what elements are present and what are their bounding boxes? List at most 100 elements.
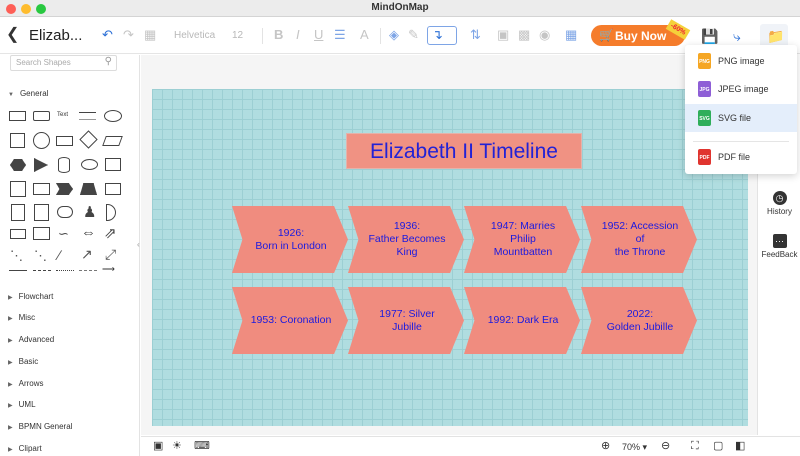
underline-icon[interactable]: U bbox=[314, 28, 323, 42]
note-shape[interactable] bbox=[11, 204, 25, 221]
cube-shape[interactable] bbox=[33, 183, 50, 195]
line-color-icon[interactable]: ✎ bbox=[408, 28, 419, 42]
align-icon[interactable]: ☰ bbox=[334, 28, 346, 42]
category-general[interactable]: ▼ General bbox=[8, 89, 48, 98]
dotted-line-shape[interactable]: ⋱ bbox=[34, 248, 47, 264]
timeline-event-1926[interactable]: 1926: Born in London bbox=[232, 206, 348, 273]
bidirectional-arrow-shape[interactable]: ⇔ bbox=[81, 224, 96, 241]
category-uml[interactable]: ▶ UML bbox=[8, 400, 36, 409]
feedback-button[interactable]: ⋯ FeedBack bbox=[758, 234, 800, 259]
document-title[interactable]: Elizab... bbox=[29, 27, 82, 44]
arrow-shape[interactable]: ⇗ bbox=[104, 224, 117, 242]
triangle-shape[interactable] bbox=[34, 158, 48, 172]
delay-shape[interactable] bbox=[106, 204, 116, 221]
arrow-line-shape[interactable]: ↗ bbox=[81, 246, 93, 263]
trapezoid-shape[interactable] bbox=[80, 183, 97, 195]
process-shape[interactable] bbox=[56, 136, 73, 146]
heading-shape[interactable] bbox=[79, 112, 96, 120]
font-family-select[interactable]: Helvetica bbox=[174, 30, 215, 41]
rectangle-shape[interactable] bbox=[9, 111, 26, 121]
zoom-out-icon[interactable]: ⊖ bbox=[661, 440, 670, 452]
arrange-icon[interactable]: ⇅ bbox=[470, 28, 481, 42]
toolbar-divider bbox=[380, 28, 381, 44]
category-bpmn-general[interactable]: ▶ BPMN General bbox=[8, 422, 72, 431]
parallelogram-shape[interactable] bbox=[102, 136, 123, 146]
timeline-event-1953[interactable]: 1953: Coronation bbox=[232, 287, 348, 354]
square-shape[interactable] bbox=[10, 133, 25, 148]
back-button[interactable]: ❮ bbox=[6, 27, 19, 43]
chevron-right-icon: ▶ bbox=[8, 382, 13, 388]
cart-icon: 🛒 bbox=[599, 28, 614, 42]
curve-shape[interactable]: ∽ bbox=[58, 226, 69, 242]
fullscreen-icon[interactable]: ▢ bbox=[713, 440, 723, 452]
zoom-in-icon[interactable]: ⊕ bbox=[601, 440, 610, 452]
table-icon[interactable]: ▦ bbox=[565, 28, 577, 42]
diagram-canvas[interactable]: Elizabeth II Timeline 1926: Born in Lond… bbox=[152, 89, 748, 426]
double-arrow-line-shape[interactable]: ⤢ bbox=[105, 246, 116, 263]
cloud-shape[interactable] bbox=[81, 159, 98, 170]
horizontal-dotted-line-shape[interactable] bbox=[56, 270, 74, 271]
ellipse-shape[interactable] bbox=[104, 110, 122, 122]
theme-icon[interactable]: ☀ bbox=[172, 440, 182, 452]
container-shape[interactable] bbox=[33, 227, 50, 240]
group-icon[interactable]: ▣ bbox=[497, 28, 509, 42]
timeline-event-1992[interactable]: 1992: Dark Era bbox=[464, 287, 580, 354]
rounded-rectangle-shape[interactable] bbox=[33, 111, 50, 121]
save-icon[interactable]: 💾 bbox=[701, 28, 718, 45]
horizontal-dashed-line-shape[interactable] bbox=[33, 270, 51, 271]
category-clipart[interactable]: ▶ Clipart bbox=[8, 444, 42, 453]
internal-storage-shape[interactable] bbox=[10, 181, 26, 197]
font-size-select[interactable]: 12 bbox=[232, 30, 243, 41]
actor-shape[interactable]: ♟ bbox=[83, 203, 96, 221]
horizontal-line-shape[interactable] bbox=[9, 270, 27, 271]
category-advanced[interactable]: ▶ Advanced bbox=[8, 335, 54, 344]
text-color-icon[interactable]: A bbox=[360, 28, 369, 42]
document-shape[interactable] bbox=[105, 158, 121, 171]
hexagon-shape[interactable] bbox=[10, 159, 26, 171]
category-basic[interactable]: ▶ Basic bbox=[8, 357, 38, 366]
category-misc[interactable]: ▶ Misc bbox=[8, 313, 35, 322]
zoom-level[interactable]: 70% ▾ bbox=[622, 442, 647, 453]
shape-search-input[interactable]: Search Shapes ⚲ bbox=[10, 55, 117, 71]
step-shape[interactable] bbox=[56, 183, 73, 195]
format-painter-icon[interactable]: ▦ bbox=[144, 28, 156, 42]
history-button[interactable]: ◷ History bbox=[758, 191, 800, 216]
dashed-line-shape[interactable]: ⋱ bbox=[10, 248, 23, 264]
toggle-panel-icon[interactable]: ◧ bbox=[735, 440, 745, 452]
export-svg-option[interactable]: SVG SVG file bbox=[685, 104, 797, 132]
timeline-event-1977[interactable]: 1977: Silver Jubille bbox=[348, 287, 464, 354]
fill-color-icon[interactable]: ◈ bbox=[389, 28, 399, 42]
fit-to-screen-icon[interactable]: ⛶ bbox=[691, 440, 699, 452]
undo-icon[interactable]: ↶ bbox=[102, 28, 113, 42]
export-jpeg-option[interactable]: JPG JPEG image bbox=[685, 75, 797, 103]
card-shape[interactable] bbox=[34, 204, 49, 221]
timeline-event-1952[interactable]: 1952: Accession of the Throne bbox=[581, 206, 697, 273]
keyboard-shortcuts-icon[interactable]: ⌨ bbox=[194, 440, 210, 452]
circle-shape[interactable] bbox=[33, 132, 50, 149]
timeline-event-1947[interactable]: 1947: Marries Philip Mountbatten bbox=[464, 206, 580, 273]
cylinder-shape[interactable] bbox=[58, 157, 70, 173]
horizontal-arrow-shape[interactable]: ⟶ bbox=[102, 264, 115, 275]
bold-icon[interactable]: B bbox=[274, 28, 283, 42]
diamond-shape[interactable] bbox=[79, 130, 98, 149]
export-pdf-option[interactable]: PDF PDF file bbox=[685, 143, 797, 171]
italic-icon[interactable]: I bbox=[296, 28, 300, 42]
line-shape[interactable]: ∕ bbox=[58, 247, 60, 263]
timeline-title[interactable]: Elizabeth II Timeline bbox=[346, 133, 582, 169]
export-png-option[interactable]: PNG PNG image bbox=[685, 47, 797, 75]
callout-shape[interactable] bbox=[57, 206, 73, 218]
timeline-event-1936[interactable]: 1936: Father Becomes King bbox=[348, 206, 464, 273]
tape-shape[interactable] bbox=[105, 183, 121, 195]
copy-style-icon[interactable]: ▩ bbox=[518, 28, 530, 42]
redo-icon[interactable]: ↷ bbox=[123, 28, 134, 42]
collapse-panel-handle[interactable]: ‹ bbox=[137, 240, 140, 249]
horizontal-link-shape[interactable] bbox=[79, 270, 97, 271]
category-arrows[interactable]: ▶ Arrows bbox=[8, 379, 44, 388]
category-flowchart[interactable]: ▶ Flowchart bbox=[8, 292, 53, 301]
rounded-process-shape[interactable] bbox=[10, 229, 26, 239]
text-shape[interactable]: Text bbox=[57, 112, 68, 118]
outline-view-icon[interactable]: ▣ bbox=[153, 440, 163, 452]
timeline-event-2022[interactable]: 2022: Golden Jubille bbox=[581, 287, 697, 354]
lock-icon[interactable]: ◉ bbox=[539, 28, 550, 42]
share-icon[interactable]: ⤷ bbox=[733, 28, 741, 45]
